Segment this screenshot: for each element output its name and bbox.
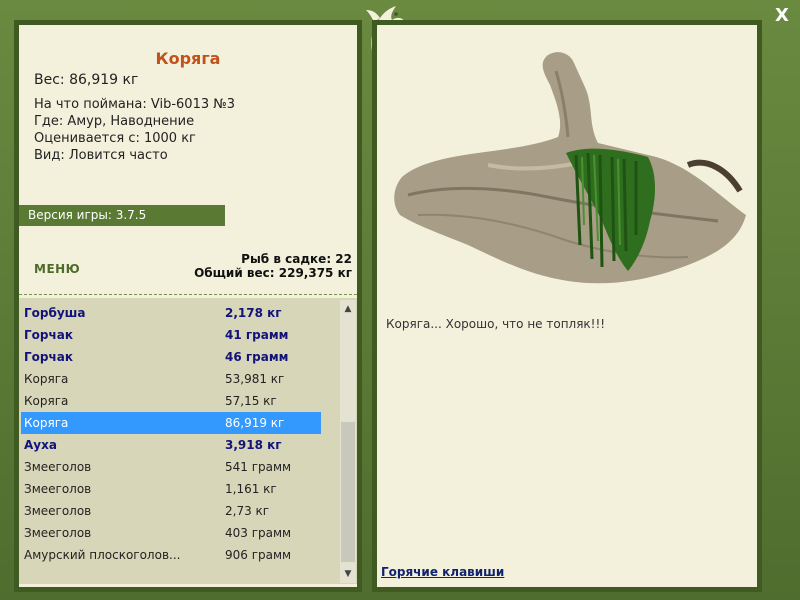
menu-button[interactable]: МЕНЮ [34,262,80,276]
fish-details: На что поймана: Vib-6013 №3 Где: Амур, Н… [34,96,235,164]
scrollbar-thumb[interactable] [341,422,355,562]
list-item[interactable]: Змееголов 541 грамм [21,456,321,478]
item-weight: 41 грамм [225,328,289,342]
item-name: Ауха [24,438,57,452]
fish-bait: На что поймана: Vib-6013 №3 [34,97,236,112]
fish-place: Где: Амур, Наводнение [34,114,195,129]
fish-weight: Вес: 86,919 кг [34,72,139,88]
list-item[interactable]: Ауха 3,918 кг [21,434,321,456]
list-item[interactable]: Змееголов 2,73 кг [21,500,321,522]
item-weight: 403 грамм [225,526,292,540]
item-name: Горбуша [24,306,86,320]
fish-caption: Коряга... Хорошо, что не топляк!!! [386,317,606,331]
item-weight: 2,178 кг [225,306,282,320]
catch-stats: Рыб в садке: 22 Общий вес: 229,375 кг [194,252,352,280]
item-name: Змееголов [24,526,92,540]
item-weight: 906 грамм [225,548,292,562]
fish-rarity: Вид: Ловится часто [34,148,168,163]
scroll-down-icon[interactable]: ▼ [340,567,356,581]
item-weight: 541 грамм [225,460,292,474]
list-item[interactable]: Горчак 46 грамм [21,346,321,368]
item-weight: 53,981 кг [225,372,285,386]
list-item-selected[interactable]: Коряга 86,919 кг [21,412,321,434]
item-weight: 46 грамм [225,350,289,364]
driftwood-image [394,52,746,284]
item-name: Горчак [24,350,73,364]
scroll-up-icon[interactable]: ▲ [340,302,356,316]
item-name: Коряга [24,416,69,430]
item-name: Змееголов [24,482,92,496]
item-weight: 2,73 кг [225,504,270,518]
item-name: Коряга [24,394,69,408]
fish-title: Коряга [155,49,221,68]
game-version: Версия игры: 3.7.5 [19,205,225,226]
total-weight: Общий вес: 229,375 кг [194,266,352,280]
list-item[interactable]: Змееголов 403 грамм [21,522,321,544]
list-item[interactable]: Коряга 53,981 кг [21,368,321,390]
item-name: Змееголов [24,460,92,474]
list-item[interactable]: Коряга 57,15 кг [21,390,321,412]
hotkeys-link[interactable]: Горячие клавиши [381,565,504,579]
divider [19,294,357,295]
item-name: Змееголов [24,504,92,518]
list-item[interactable]: Змееголов 1,161 кг [21,478,321,500]
fish-count: Рыб в садке: 22 [241,252,352,266]
list-item[interactable]: Амурский плоскоголов... 906 грамм [21,544,321,566]
item-name: Горчак [24,328,73,342]
item-weight: 57,15 кг [225,394,277,408]
close-button[interactable]: X [772,6,792,26]
list-item[interactable]: Горбуша 2,178 кг [21,302,321,324]
list-item[interactable]: Горчак 41 грамм [21,324,321,346]
item-name: Амурский плоскоголов... [24,548,181,562]
fish-value: Оценивается с: 1000 кг [34,131,196,146]
list-scrollbar[interactable]: ▲ ▼ [340,300,356,583]
item-name: Коряга [24,372,69,386]
item-weight: 1,161 кг [225,482,277,496]
item-weight: 3,918 кг [225,438,282,452]
item-weight: 86,919 кг [225,416,285,430]
